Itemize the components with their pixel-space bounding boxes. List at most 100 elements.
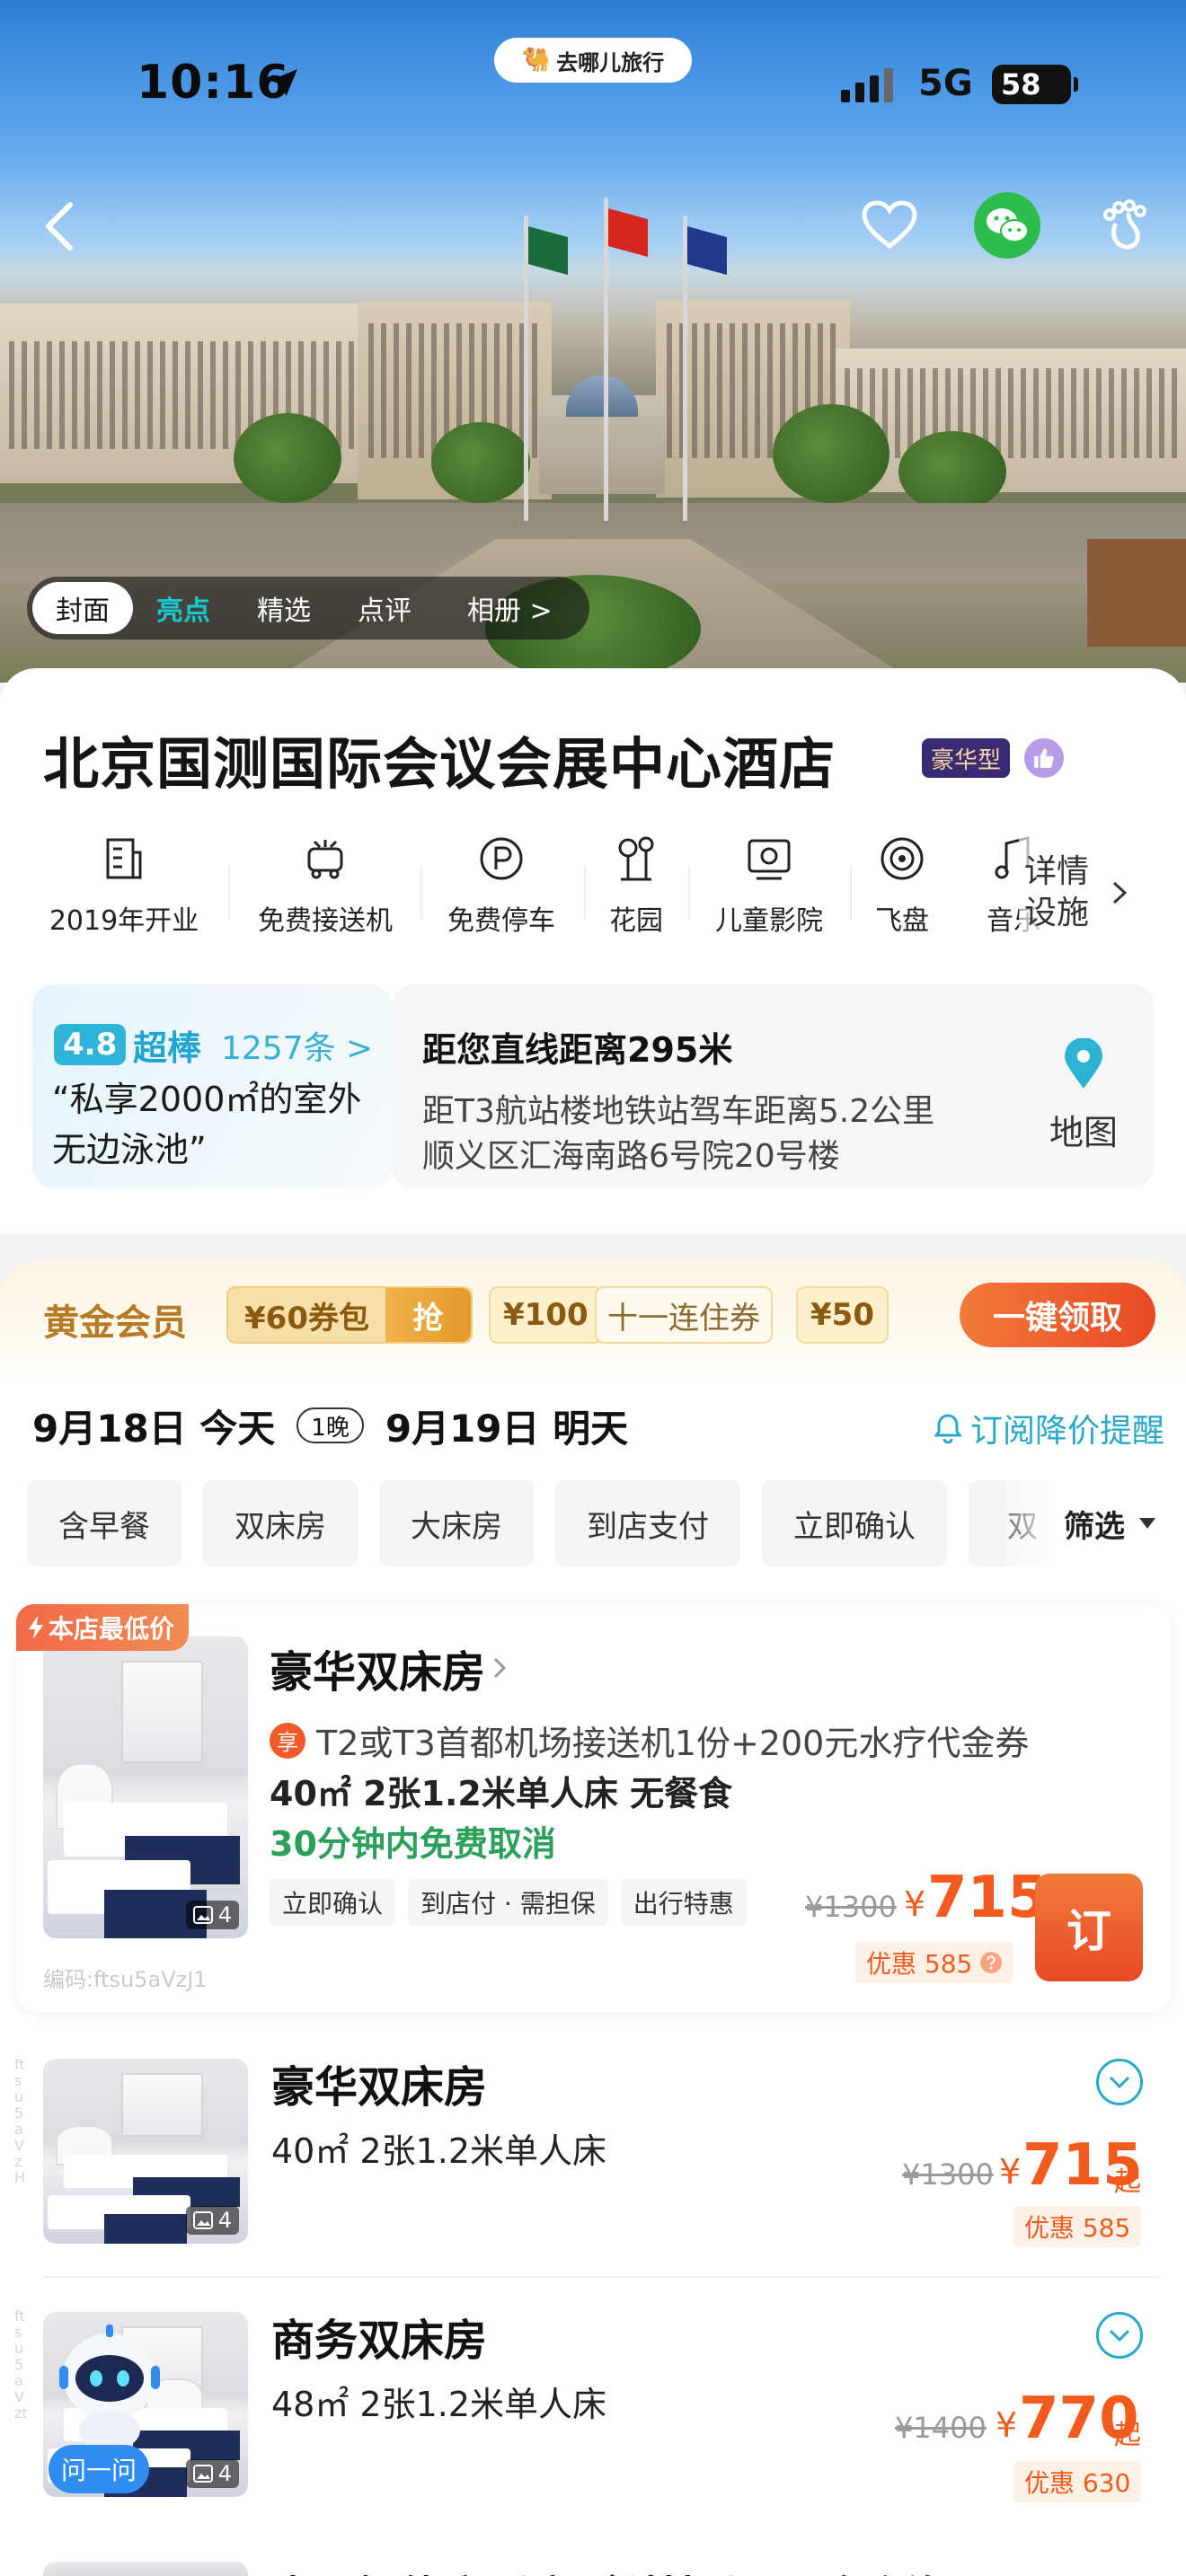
cinema-icon <box>748 839 791 880</box>
chevron-left-icon <box>46 202 73 251</box>
hotel-hero-photo[interactable]: 10:16 🐫 去哪儿旅行 5G 58 封面 亮点 精选 点评 相册 > <box>0 0 1186 683</box>
tab-album[interactable]: 相册 > <box>435 582 576 634</box>
lowest-price-tag: 本店最低价 <box>16 1604 190 1651</box>
map-pin-icon <box>1065 1037 1102 1089</box>
facility-detail-button[interactable]: 详情设施 <box>1019 830 1186 956</box>
photo-count: 4 <box>217 1902 232 1928</box>
tab-highlights[interactable]: 亮点 <box>133 582 234 634</box>
tab-cover[interactable]: 封面 <box>32 582 133 634</box>
facility-label: 2019年开业 <box>49 905 199 937</box>
facility-label: 儿童影院 <box>715 905 823 937</box>
lowest-price-label: 本店最低价 <box>49 1614 175 1644</box>
coupon-pack[interactable]: ¥60券包 抢 <box>226 1286 473 1344</box>
wechat-share-button[interactable] <box>974 192 1040 259</box>
checkin-date[interactable]: 9月18日 今天 <box>32 1398 275 1453</box>
discount-badge[interactable]: 优惠 585 <box>855 1942 1014 1983</box>
chevron-down-icon <box>1109 2076 1130 2089</box>
facility-item: 儿童影院 <box>704 830 834 938</box>
network-type: 5G <box>918 63 973 104</box>
room-perk: 享 T2或T3首都机场接送机1份+200元水疗代金券 <box>270 1716 1123 1765</box>
facility-label: 免费接送机 <box>258 905 393 937</box>
expand-button[interactable] <box>1096 2312 1143 2359</box>
original-price: ¥1400 <box>895 2411 987 2445</box>
review-rating-word: 超棒 <box>133 1028 202 1068</box>
price-alert-button[interactable]: 订阅降价提醒 <box>934 1405 1164 1451</box>
price-alert-label: 订阅降价提醒 <box>969 1413 1164 1450</box>
filter-twin-room[interactable]: 双床房 <box>203 1480 358 1566</box>
coupon-100[interactable]: ¥100 <box>489 1286 603 1344</box>
tab-reviews[interactable]: 点评 <box>334 582 435 634</box>
room-specs: 40㎡ 2张1.2米单人床 <box>271 2131 607 2171</box>
room-name: 豪华双床房 <box>270 1647 486 1698</box>
tag-pay-at-hotel: 到店付 · 需担保 <box>408 1879 608 1926</box>
cancel-policy: 30分钟内免费取消 <box>270 1824 556 1864</box>
location-summary[interactable]: 距您直线距离295米 距T3航站楼地铁站驾车距离5.2公里 顺义区汇海南路6号院… <box>392 984 1154 1187</box>
image-icon <box>192 1906 213 1924</box>
filter-instant-confirm[interactable]: 立即确认 <box>762 1480 947 1566</box>
coupon-50[interactable]: ¥50 <box>796 1286 889 1344</box>
review-count-link[interactable]: 1257条 > <box>221 1022 373 1069</box>
room-list-item[interactable]: ftsu5aVzt 4 商务双床房 48㎡ 2张1.2米单人床 ¥1400 ¥ … <box>0 2278 1186 2529</box>
featured-room-card[interactable]: 本店最低价 4 豪华双床房 享 T2或T3首都机场接送机1份+200元水疗代金券… <box>16 1604 1172 2012</box>
back-button[interactable] <box>32 199 86 253</box>
brand-name: 去哪儿旅行 <box>556 49 665 75</box>
currency-symbol: ¥ <box>904 1884 926 1924</box>
battery-level: 58 <box>1001 67 1041 101</box>
tag-instant-confirm: 立即确认 <box>270 1879 396 1926</box>
room-price: 715 <box>927 1865 1048 1931</box>
facility-label: 花园 <box>609 905 663 937</box>
facility-detail-label: 详情设施 <box>1024 853 1090 931</box>
member-coupon-bar: 黄金会员 ¥60券包 抢 ¥100 十一连住券 ¥50 一键领取 <box>0 1261 1186 1387</box>
parking-icon <box>480 837 523 880</box>
camel-logo-icon: 🐫 <box>521 47 552 74</box>
perk-badge: 享 <box>270 1722 305 1759</box>
original-price: ¥1300 <box>805 1890 897 1924</box>
grab-coupon-button[interactable]: 抢 <box>385 1288 471 1342</box>
coupon-streak-stay[interactable]: 十一连住券 <box>595 1286 773 1344</box>
discount-badge: 优惠 630 <box>1013 2461 1142 2502</box>
room-code-vertical: ftsu5aVzH <box>14 2056 26 2186</box>
garden-icon <box>618 836 654 881</box>
member-level: 黄金会员 <box>43 1302 187 1344</box>
distance-text: 距您直线距离295米 <box>422 1030 733 1070</box>
filter-pay-at-hotel[interactable]: 到店支付 <box>555 1480 740 1566</box>
shuttle-icon <box>307 840 343 879</box>
review-summary[interactable]: 4.8 超棒 1257条 > “私享2000㎡的室外无边泳池” <box>32 984 392 1187</box>
map-button[interactable]: 地图 <box>1039 1037 1128 1154</box>
book-button[interactable]: 订 <box>1035 1874 1143 1981</box>
room-photo[interactable]: 4 <box>43 2059 248 2244</box>
room-specs: 48㎡ 2张1.2米单人床 <box>271 2385 607 2424</box>
room-photo[interactable]: 4 <box>43 1636 248 1938</box>
claim-all-button[interactable]: 一键领取 <box>960 1283 1155 1347</box>
building-icon <box>106 838 142 879</box>
checkout-date[interactable]: 9月19日 明天 <box>385 1398 628 1453</box>
room-code: 编码:ftsu5aVzJ1 <box>43 1967 208 1992</box>
room-list-item[interactable]: ftsu5aVzH 4 豪华双床房 40㎡ 2张1.2米单人床 ¥1300 ¥ … <box>0 2026 1186 2278</box>
filter-breakfast[interactable]: 含早餐 <box>27 1480 181 1566</box>
filter-king-room[interactable]: 大床房 <box>379 1480 534 1566</box>
room-tags: 立即确认 到店付 · 需担保 出行特惠 <box>270 1879 747 1926</box>
ask-assistant-button[interactable]: 问一问 <box>49 2445 150 2493</box>
photo-count-badge: 4 <box>185 2459 239 2488</box>
favorite-button[interactable] <box>859 198 920 251</box>
currency-symbol: ¥ <box>996 2405 1018 2445</box>
assistant-robot-icon[interactable] <box>47 2321 173 2456</box>
room-filter-bar: 含早餐 双床房 大床房 到店支付 立即确认 双 筛选 <box>27 1480 1186 1568</box>
map-label: 地图 <box>1049 1113 1118 1152</box>
date-selector[interactable]: 9月18日 今天 1晚 9月19日 明天 订阅降价提醒 <box>32 1385 1164 1466</box>
facility-label: 免费停车 <box>447 905 555 937</box>
thumbs-up-icon <box>1024 738 1064 778</box>
price-from-suffix: 起 <box>1114 2420 1141 2451</box>
facility-list[interactable]: 2019年开业 免费接送机 免费停车 花园 儿童影院 飞盘 音乐 详情设施 <box>0 830 1186 956</box>
tab-featured[interactable]: 精选 <box>234 582 334 634</box>
frisbee-icon <box>881 837 924 880</box>
room-name-link[interactable]: 豪华双床房 <box>270 1636 507 1699</box>
footprint-button[interactable] <box>1096 196 1155 255</box>
discount-badge: 优惠 585 <box>1013 2206 1142 2247</box>
transit-distance: 距T3航站楼地铁站驾车距离5.2公里 <box>422 1093 935 1130</box>
heart-icon <box>862 200 917 250</box>
expand-button[interactable] <box>1096 2059 1143 2105</box>
filter-more-button[interactable]: 筛选 <box>1006 1480 1186 1566</box>
chevron-right-icon <box>493 1657 507 1679</box>
bell-icon <box>934 1414 961 1443</box>
